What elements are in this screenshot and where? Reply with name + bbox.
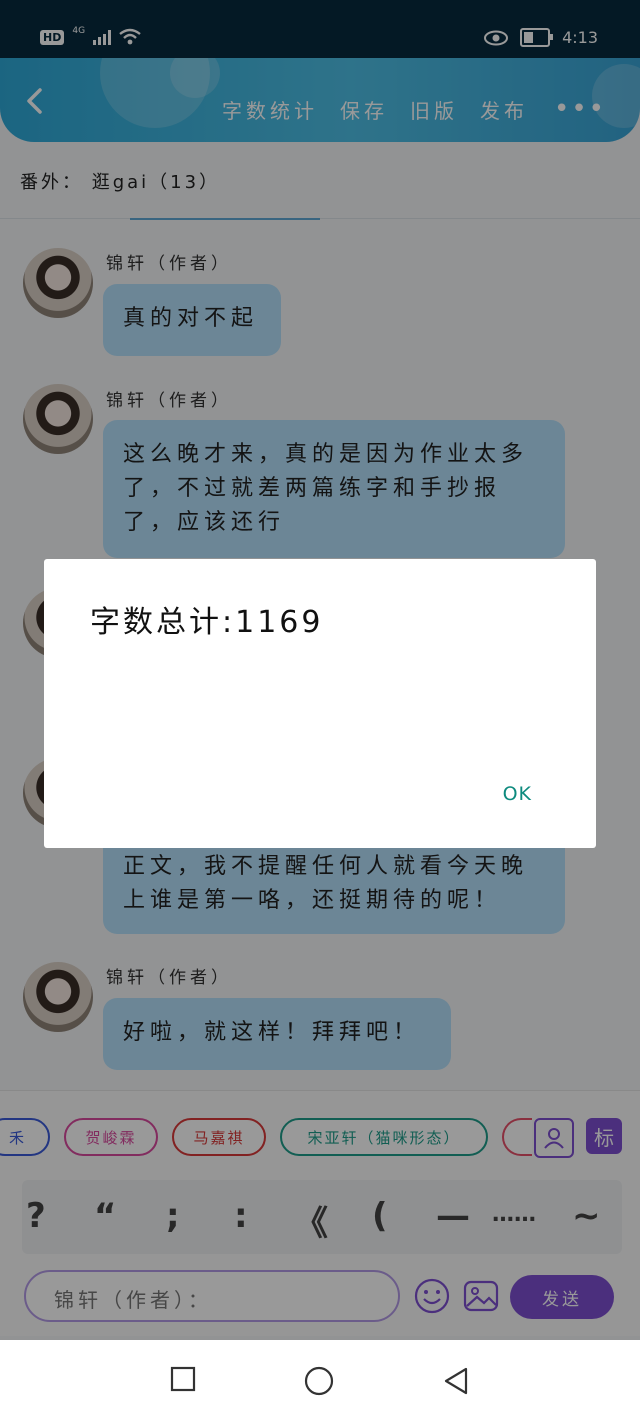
recent-apps-icon[interactable]	[170, 1366, 196, 1392]
back-nav-icon[interactable]	[442, 1366, 470, 1396]
home-icon[interactable]	[304, 1366, 334, 1396]
ok-button[interactable]: OK	[503, 783, 532, 805]
dialog-message: 字数总计:1169	[90, 605, 324, 640]
word-count-dialog: 字数总计:1169 OK	[44, 559, 596, 848]
system-nav-bar	[0, 1340, 640, 1415]
